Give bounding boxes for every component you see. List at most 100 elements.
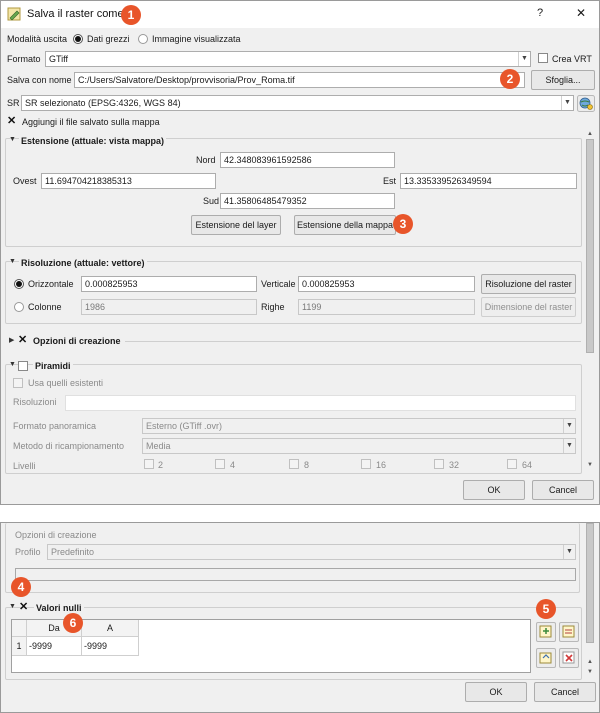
vertical-input[interactable]: 0.000825953 [298, 276, 475, 292]
add-current-icon [539, 652, 552, 664]
horizontal-input[interactable]: 0.000825953 [81, 276, 257, 292]
columns-radio[interactable] [14, 302, 24, 312]
resampling-combo[interactable]: Media ▼ [142, 438, 576, 454]
divider [125, 341, 581, 342]
east-value: 13.335339526349594 [404, 176, 492, 186]
ok-button[interactable]: OK [465, 682, 527, 702]
callout-badge-2: 2 [500, 69, 520, 89]
collapse-triangle-icon[interactable]: ▼ [9, 603, 16, 610]
add-to-map-label: Aggiungi il file salvato sulla mappa [22, 117, 160, 127]
add-row-button[interactable] [536, 622, 556, 642]
layer-extent-button[interactable]: Estensione del layer [191, 215, 281, 235]
resampling-label: Metodo di ricampionamento [13, 441, 125, 451]
level-checkbox[interactable] [361, 459, 371, 469]
level-checkbox[interactable] [434, 459, 444, 469]
scroll-up-icon[interactable]: ▲ [586, 131, 594, 137]
scrollbar-thumb[interactable] [586, 139, 594, 353]
table-cell[interactable]: -9999 [82, 637, 139, 656]
pyramids-checkbox[interactable] [18, 361, 28, 371]
title-bar: Salva il raster come... 1 ? ✕ [1, 1, 599, 28]
level-checkbox[interactable] [215, 459, 225, 469]
scrollbar-thumb[interactable] [586, 523, 594, 643]
vertical-scrollbar[interactable]: ▲ ▼ [585, 131, 595, 471]
save-raster-dialog-scrolled: Opzioni di creazione Profilo Predefinito… [0, 522, 600, 713]
creation-options-label: Opzioni di creazione [15, 530, 97, 540]
horizontal-radio[interactable] [14, 279, 24, 289]
format-combo[interactable]: GTiff ▼ [45, 51, 531, 67]
crs-value: SR selezionato (EPSG:4326, WGS 84) [25, 98, 181, 108]
row-header: 1 [12, 637, 27, 656]
columns-input[interactable]: 1986 [81, 299, 257, 315]
ok-button[interactable]: OK [463, 480, 525, 500]
callout-badge-6: 6 [63, 613, 83, 633]
raster-resolution-button[interactable]: Risoluzione del raster [481, 274, 576, 294]
table-corner [12, 620, 27, 637]
scroll-down-icon[interactable]: ▼ [586, 462, 594, 468]
globe-crs-icon[interactable] [577, 95, 595, 112]
level-checkbox[interactable] [289, 459, 299, 469]
create-vrt-checkbox[interactable] [538, 53, 548, 63]
crs-combo[interactable]: SR selezionato (EPSG:4326, WGS 84) ▼ [21, 95, 574, 111]
east-input[interactable]: 13.335339526349594 [400, 173, 577, 189]
to-value: -9999 [84, 641, 108, 651]
close-button[interactable]: ✕ [576, 6, 586, 20]
south-value: 41.35806485479352 [224, 196, 307, 206]
level-label: 2 [158, 460, 164, 470]
south-label: Sud [203, 196, 220, 206]
help-button[interactable]: ? [537, 7, 543, 19]
load-button[interactable] [559, 622, 579, 642]
collapse-triangle-icon[interactable]: ▼ [9, 136, 16, 143]
map-extent-button[interactable]: Estensione della mappa [294, 215, 396, 235]
level-checkbox[interactable] [144, 459, 154, 469]
chevron-down-icon: ▼ [518, 52, 530, 66]
callout-badge-5: 5 [536, 599, 556, 619]
browse-button[interactable]: Sfoglia... [531, 70, 595, 90]
scroll-up-icon[interactable]: ▲ [586, 659, 594, 665]
use-existing-checkbox[interactable] [13, 378, 23, 388]
profile-value: Predefinito [51, 547, 95, 557]
cancel-button[interactable]: Cancel [532, 480, 594, 500]
column-header[interactable]: A [82, 620, 139, 637]
rendered-image-radio[interactable] [138, 34, 148, 44]
south-input[interactable]: 41.35806485479352 [220, 193, 395, 209]
rows-input[interactable]: 1199 [298, 299, 475, 315]
crs-label: SR [7, 98, 20, 108]
save-as-label: Salva con nome [7, 75, 72, 85]
expand-triangle-icon[interactable]: ▶ [9, 336, 14, 344]
load-icon [562, 625, 575, 638]
raw-data-radio[interactable] [73, 34, 83, 44]
resolutions-input[interactable] [65, 395, 576, 411]
creation-options-checkbox[interactable]: ✕ [18, 335, 27, 346]
level-label: 4 [230, 460, 236, 470]
table-cell[interactable]: -9999 [27, 637, 82, 656]
add-to-map-checkbox[interactable]: ✕ [7, 116, 16, 127]
nodata-checkbox[interactable]: ✕ [19, 602, 28, 613]
remove-button[interactable] [559, 648, 579, 668]
raster-size-button[interactable]: Dimensione del raster [481, 297, 576, 317]
scroll-down-icon[interactable]: ▼ [586, 669, 594, 675]
pencil-raster-icon [7, 7, 21, 21]
collapse-triangle-icon[interactable]: ▼ [9, 361, 16, 368]
pyramids-title: Piramidi [33, 361, 73, 371]
horizontal-label: Orizzontale [28, 279, 74, 289]
remove-icon [562, 651, 575, 664]
save-as-path-input[interactable]: C:/Users/Salvatore/Desktop/provvisoria/P… [74, 72, 525, 88]
overview-format-combo[interactable]: Esterno (GTiff .ovr) ▼ [142, 418, 576, 434]
west-input[interactable]: 11.694704218385313 [41, 173, 216, 189]
add-current-button[interactable] [536, 648, 556, 668]
level-label: 16 [376, 460, 387, 470]
west-label: Ovest [13, 176, 37, 186]
level-checkbox[interactable] [507, 459, 517, 469]
collapse-triangle-icon[interactable]: ▼ [9, 258, 16, 265]
format-label: Formato [7, 54, 41, 64]
west-value: 11.694704218385313 [45, 176, 132, 186]
from-value: -9999 [29, 641, 53, 651]
resolutions-label: Risoluzioni [13, 397, 57, 407]
creation-options-title: Opzioni di creazione [33, 336, 121, 346]
cancel-button[interactable]: Cancel [534, 682, 596, 702]
profile-combo[interactable]: Predefinito ▼ [47, 544, 576, 560]
vertical-scrollbar[interactable]: ▲ ▼ [585, 523, 595, 680]
horizontal-value: 0.000825953 [85, 279, 138, 289]
creation-options-field[interactable] [15, 568, 576, 581]
north-input[interactable]: 42.348083961592586 [220, 152, 395, 168]
